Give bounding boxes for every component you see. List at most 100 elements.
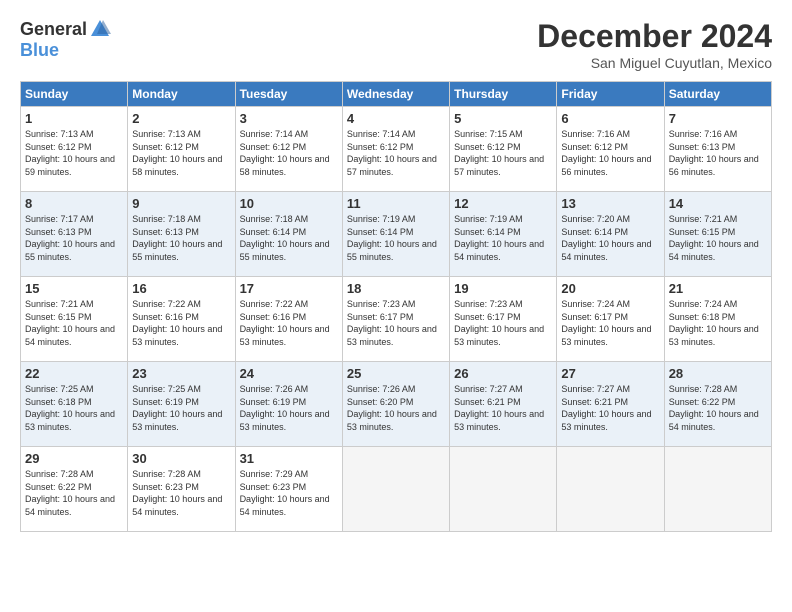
- day-info: Sunrise: 7:21 AMSunset: 6:15 PMDaylight:…: [669, 214, 759, 262]
- table-row: 27 Sunrise: 7:27 AMSunset: 6:21 PMDaylig…: [557, 362, 664, 447]
- day-number: 22: [25, 366, 123, 381]
- table-row: 10 Sunrise: 7:18 AMSunset: 6:14 PMDaylig…: [235, 192, 342, 277]
- day-info: Sunrise: 7:21 AMSunset: 6:15 PMDaylight:…: [25, 299, 115, 347]
- col-wednesday: Wednesday: [342, 82, 449, 107]
- table-row: [450, 447, 557, 532]
- day-info: Sunrise: 7:19 AMSunset: 6:14 PMDaylight:…: [347, 214, 437, 262]
- day-info: Sunrise: 7:22 AMSunset: 6:16 PMDaylight:…: [240, 299, 330, 347]
- day-number: 6: [561, 111, 659, 126]
- day-number: 14: [669, 196, 767, 211]
- table-row: 16 Sunrise: 7:22 AMSunset: 6:16 PMDaylig…: [128, 277, 235, 362]
- day-number: 13: [561, 196, 659, 211]
- table-row: 19 Sunrise: 7:23 AMSunset: 6:17 PMDaylig…: [450, 277, 557, 362]
- day-info: Sunrise: 7:26 AMSunset: 6:20 PMDaylight:…: [347, 384, 437, 432]
- table-row: 11 Sunrise: 7:19 AMSunset: 6:14 PMDaylig…: [342, 192, 449, 277]
- day-number: 8: [25, 196, 123, 211]
- calendar-week-row: 1 Sunrise: 7:13 AMSunset: 6:12 PMDayligh…: [21, 107, 772, 192]
- day-info: Sunrise: 7:16 AMSunset: 6:13 PMDaylight:…: [669, 129, 759, 177]
- logo-icon: [89, 18, 111, 40]
- table-row: 23 Sunrise: 7:25 AMSunset: 6:19 PMDaylig…: [128, 362, 235, 447]
- calendar-page: General Blue December 2024 San Miguel Cu…: [0, 0, 792, 612]
- table-row: 22 Sunrise: 7:25 AMSunset: 6:18 PMDaylig…: [21, 362, 128, 447]
- day-info: Sunrise: 7:22 AMSunset: 6:16 PMDaylight:…: [132, 299, 222, 347]
- table-row: 18 Sunrise: 7:23 AMSunset: 6:17 PMDaylig…: [342, 277, 449, 362]
- day-info: Sunrise: 7:14 AMSunset: 6:12 PMDaylight:…: [240, 129, 330, 177]
- table-row: 24 Sunrise: 7:26 AMSunset: 6:19 PMDaylig…: [235, 362, 342, 447]
- day-info: Sunrise: 7:27 AMSunset: 6:21 PMDaylight:…: [454, 384, 544, 432]
- day-number: 11: [347, 196, 445, 211]
- day-number: 1: [25, 111, 123, 126]
- table-row: 3 Sunrise: 7:14 AMSunset: 6:12 PMDayligh…: [235, 107, 342, 192]
- day-number: 23: [132, 366, 230, 381]
- day-number: 28: [669, 366, 767, 381]
- table-row: 26 Sunrise: 7:27 AMSunset: 6:21 PMDaylig…: [450, 362, 557, 447]
- table-row: 5 Sunrise: 7:15 AMSunset: 6:12 PMDayligh…: [450, 107, 557, 192]
- col-thursday: Thursday: [450, 82, 557, 107]
- day-info: Sunrise: 7:13 AMSunset: 6:12 PMDaylight:…: [132, 129, 222, 177]
- title-section: December 2024 San Miguel Cuyutlan, Mexic…: [537, 18, 772, 71]
- table-row: 28 Sunrise: 7:28 AMSunset: 6:22 PMDaylig…: [664, 362, 771, 447]
- calendar-table: Sunday Monday Tuesday Wednesday Thursday…: [20, 81, 772, 532]
- day-number: 29: [25, 451, 123, 466]
- logo-general-text: General: [20, 19, 87, 40]
- day-number: 27: [561, 366, 659, 381]
- day-info: Sunrise: 7:15 AMSunset: 6:12 PMDaylight:…: [454, 129, 544, 177]
- day-number: 2: [132, 111, 230, 126]
- day-info: Sunrise: 7:18 AMSunset: 6:14 PMDaylight:…: [240, 214, 330, 262]
- day-number: 3: [240, 111, 338, 126]
- day-info: Sunrise: 7:16 AMSunset: 6:12 PMDaylight:…: [561, 129, 651, 177]
- table-row: 9 Sunrise: 7:18 AMSunset: 6:13 PMDayligh…: [128, 192, 235, 277]
- calendar-week-row: 22 Sunrise: 7:25 AMSunset: 6:18 PMDaylig…: [21, 362, 772, 447]
- day-number: 26: [454, 366, 552, 381]
- day-number: 31: [240, 451, 338, 466]
- day-info: Sunrise: 7:20 AMSunset: 6:14 PMDaylight:…: [561, 214, 651, 262]
- table-row: 1 Sunrise: 7:13 AMSunset: 6:12 PMDayligh…: [21, 107, 128, 192]
- day-info: Sunrise: 7:18 AMSunset: 6:13 PMDaylight:…: [132, 214, 222, 262]
- day-info: Sunrise: 7:28 AMSunset: 6:22 PMDaylight:…: [669, 384, 759, 432]
- day-info: Sunrise: 7:24 AMSunset: 6:18 PMDaylight:…: [669, 299, 759, 347]
- table-row: 6 Sunrise: 7:16 AMSunset: 6:12 PMDayligh…: [557, 107, 664, 192]
- day-number: 9: [132, 196, 230, 211]
- day-info: Sunrise: 7:28 AMSunset: 6:23 PMDaylight:…: [132, 469, 222, 517]
- day-number: 24: [240, 366, 338, 381]
- day-info: Sunrise: 7:29 AMSunset: 6:23 PMDaylight:…: [240, 469, 330, 517]
- table-row: [664, 447, 771, 532]
- location: San Miguel Cuyutlan, Mexico: [537, 55, 772, 71]
- table-row: 29 Sunrise: 7:28 AMSunset: 6:22 PMDaylig…: [21, 447, 128, 532]
- calendar-week-row: 8 Sunrise: 7:17 AMSunset: 6:13 PMDayligh…: [21, 192, 772, 277]
- table-row: 13 Sunrise: 7:20 AMSunset: 6:14 PMDaylig…: [557, 192, 664, 277]
- day-info: Sunrise: 7:28 AMSunset: 6:22 PMDaylight:…: [25, 469, 115, 517]
- table-row: 15 Sunrise: 7:21 AMSunset: 6:15 PMDaylig…: [21, 277, 128, 362]
- col-sunday: Sunday: [21, 82, 128, 107]
- day-number: 18: [347, 281, 445, 296]
- day-number: 30: [132, 451, 230, 466]
- month-title: December 2024: [537, 18, 772, 55]
- day-info: Sunrise: 7:27 AMSunset: 6:21 PMDaylight:…: [561, 384, 651, 432]
- day-number: 16: [132, 281, 230, 296]
- col-saturday: Saturday: [664, 82, 771, 107]
- day-number: 12: [454, 196, 552, 211]
- table-row: [557, 447, 664, 532]
- day-number: 5: [454, 111, 552, 126]
- calendar-week-row: 29 Sunrise: 7:28 AMSunset: 6:22 PMDaylig…: [21, 447, 772, 532]
- col-monday: Monday: [128, 82, 235, 107]
- table-row: 12 Sunrise: 7:19 AMSunset: 6:14 PMDaylig…: [450, 192, 557, 277]
- table-row: 20 Sunrise: 7:24 AMSunset: 6:17 PMDaylig…: [557, 277, 664, 362]
- day-info: Sunrise: 7:24 AMSunset: 6:17 PMDaylight:…: [561, 299, 651, 347]
- logo: General Blue: [20, 18, 111, 61]
- table-row: [342, 447, 449, 532]
- day-info: Sunrise: 7:17 AMSunset: 6:13 PMDaylight:…: [25, 214, 115, 262]
- day-number: 7: [669, 111, 767, 126]
- col-friday: Friday: [557, 82, 664, 107]
- day-number: 21: [669, 281, 767, 296]
- day-number: 19: [454, 281, 552, 296]
- day-info: Sunrise: 7:25 AMSunset: 6:18 PMDaylight:…: [25, 384, 115, 432]
- table-row: 2 Sunrise: 7:13 AMSunset: 6:12 PMDayligh…: [128, 107, 235, 192]
- day-info: Sunrise: 7:13 AMSunset: 6:12 PMDaylight:…: [25, 129, 115, 177]
- table-row: 31 Sunrise: 7:29 AMSunset: 6:23 PMDaylig…: [235, 447, 342, 532]
- day-number: 15: [25, 281, 123, 296]
- logo-blue-text: Blue: [20, 40, 59, 61]
- table-row: 17 Sunrise: 7:22 AMSunset: 6:16 PMDaylig…: [235, 277, 342, 362]
- day-number: 25: [347, 366, 445, 381]
- table-row: 21 Sunrise: 7:24 AMSunset: 6:18 PMDaylig…: [664, 277, 771, 362]
